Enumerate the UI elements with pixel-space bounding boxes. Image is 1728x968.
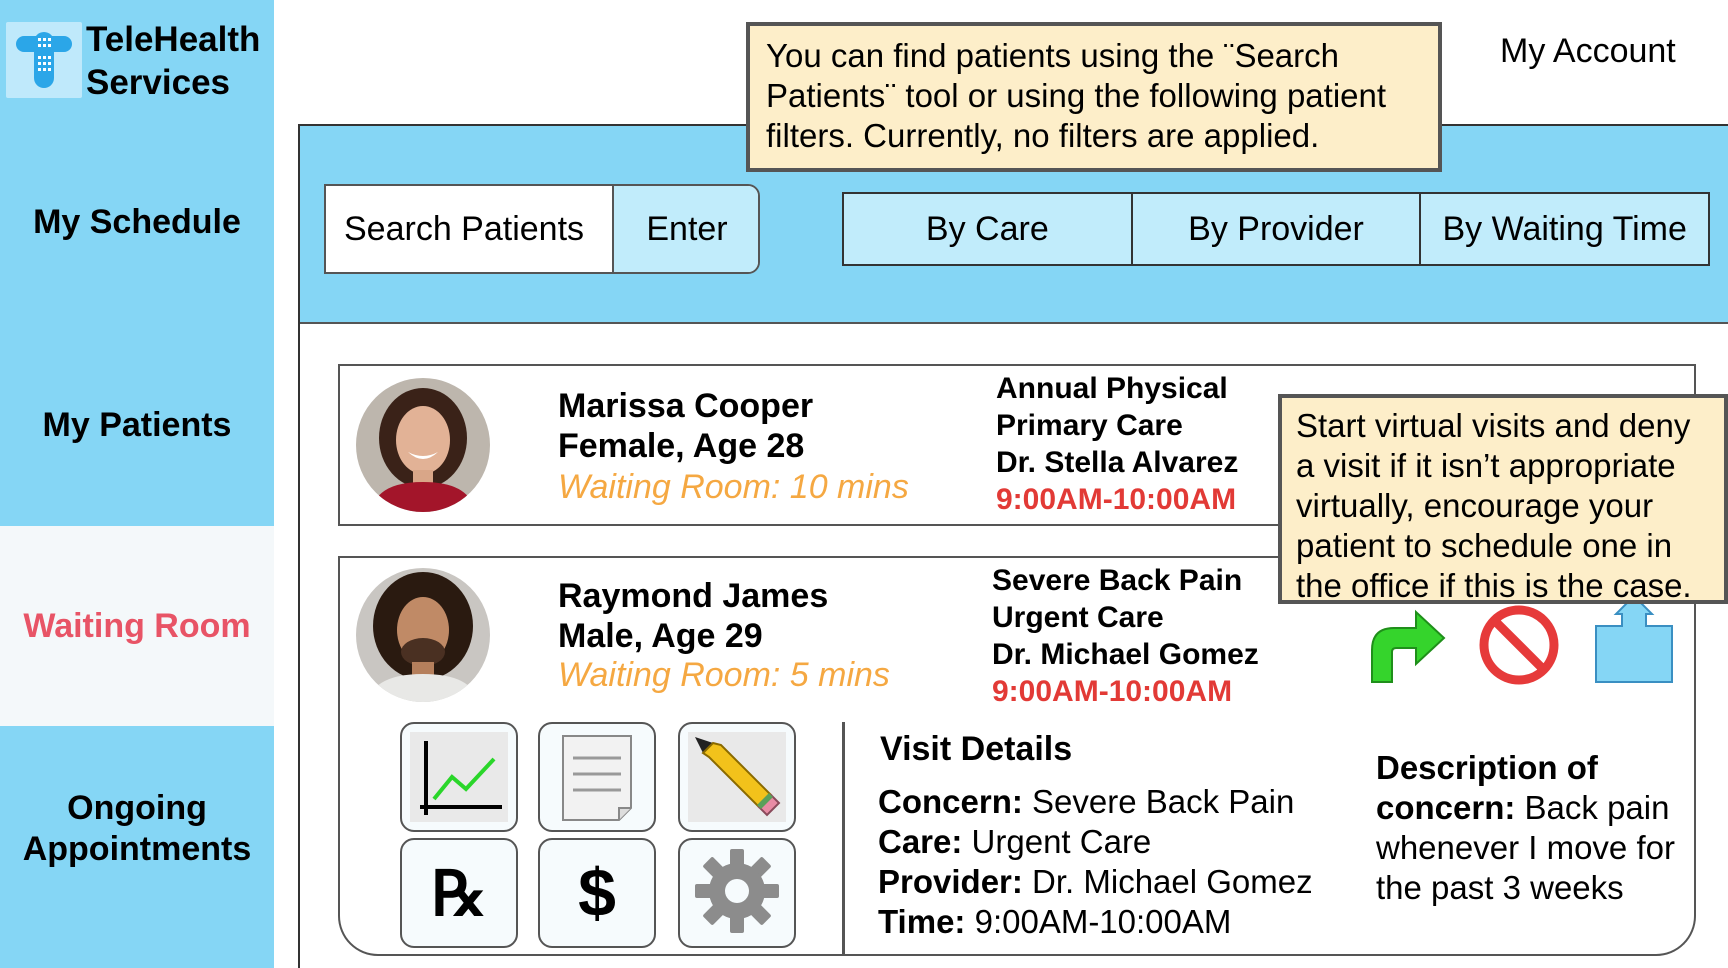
provider-name: Dr. Stella Alvarez [996,446,1239,479]
detail-time: Time: 9:00AM-10:00AM [878,903,1232,940]
care-type: Primary Care [996,409,1183,442]
my-account-link[interactable]: My Account [1500,32,1676,71]
chart-icon [410,732,508,822]
details-divider [842,722,845,954]
patient-avatar [356,378,490,512]
sidebar-item-label: Appointments [22,830,252,868]
detail-concern: Concern: Severe Back Pain [878,783,1295,820]
patient-name: Marissa Cooper [558,387,814,425]
filter-by-provider-button[interactable]: By Provider [1133,194,1422,264]
patient-gender-age: Male, Age 29 [558,617,763,655]
sidebar: TeleHealth Services My Schedule My Patie… [0,0,274,968]
start-visit-arrow-icon[interactable] [1364,604,1446,686]
filter-group: By Care By Provider By Waiting Time [842,192,1710,266]
detail-care: Care: Urgent Care [878,823,1152,860]
appointment-info: Severe Back Pain Urgent Care Dr. Michael… [992,562,1259,710]
sidebar-item-ongoing-appointments[interactable]: Ongoing Appointments [0,788,274,870]
chart-tool-button[interactable] [400,722,518,832]
concern-description: Description of concern: Back pain whenev… [1376,749,1675,906]
appointment-time: 9:00AM-10:00AM [996,483,1237,516]
edit-tool-button[interactable] [678,722,796,832]
settings-tool-button[interactable] [678,838,796,948]
patient-avatar [356,568,490,702]
brand-line-1: TeleHealth [86,20,261,59]
visit-type: Severe Back Pain [992,564,1243,597]
care-type: Urgent Care [992,601,1164,634]
detail-provider: Provider: Dr. Michael Gomez [878,863,1313,900]
sidebar-item-label: Ongoing [67,789,207,827]
notes-icon [548,732,646,822]
visit-details-title: Visit Details [880,730,1073,768]
appointment-time: 9:00AM-10:00AM [992,675,1233,708]
export-icon[interactable] [1594,594,1676,683]
visit-details-list: Concern: Severe Back Pain Care: Urgent C… [878,782,1313,942]
billing-tool-button[interactable]: $ [538,838,656,948]
search-help-tooltip: You can find patients using the ¨Search … [746,22,1442,172]
provider-name: Dr. Michael Gomez [992,638,1259,671]
billing-icon: $ [578,855,616,931]
brand-line-2: Services [86,63,231,102]
deny-visit-icon[interactable] [1478,604,1560,686]
search-input[interactable] [326,186,612,272]
patient-name: Raymond James [558,577,829,615]
enter-button[interactable]: Enter [612,186,758,272]
search-bar: Enter [324,184,760,274]
gear-icon [693,847,781,940]
sidebar-item-my-patients[interactable]: My Patients [0,405,274,446]
appointment-info: Annual Physical Primary Care Dr. Stella … [996,370,1238,518]
filter-by-waiting-time-button[interactable]: By Waiting Time [1421,194,1708,264]
prescription-tool-button[interactable]: ℞ [400,838,518,948]
visit-type: Annual Physical [996,372,1228,405]
sidebar-item-my-schedule[interactable]: My Schedule [0,202,274,243]
patient-waiting-time: Waiting Room: 5 mins [558,656,890,694]
telehealth-logo-icon [6,22,82,98]
visit-actions-help-tooltip: Start virtual visits and deny a visit if… [1278,394,1728,604]
notes-tool-button[interactable] [538,722,656,832]
sidebar-item-waiting-room[interactable]: Waiting Room [0,606,274,647]
prescription-icon: ℞ [431,856,487,930]
brand-name: TeleHealth Services [86,18,260,104]
filter-by-care-button[interactable]: By Care [844,194,1133,264]
patient-waiting-time: Waiting Room: 10 mins [558,468,909,506]
pencil-icon [688,732,786,822]
patient-gender-age: Female, Age 28 [558,427,805,465]
